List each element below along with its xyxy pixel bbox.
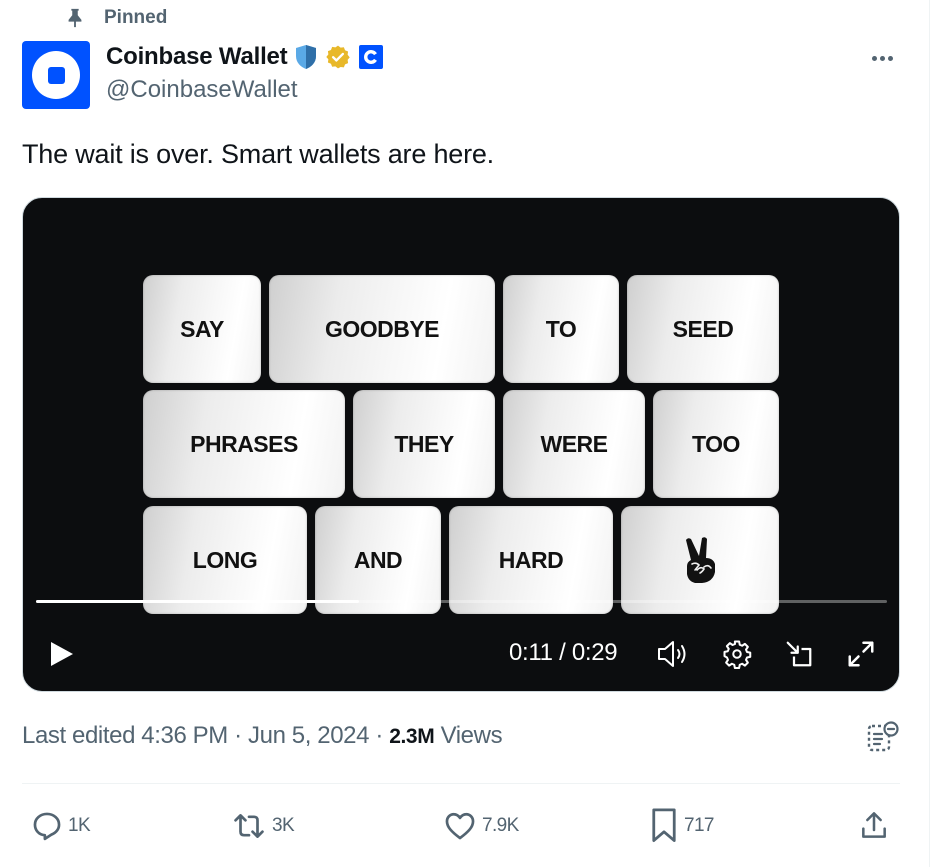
bookmark-button[interactable]: 717: [648, 800, 715, 852]
avatar[interactable]: [22, 41, 90, 109]
video-tile: THEY: [353, 390, 495, 498]
like-count: 7.9K: [482, 815, 519, 836]
video-tile: SEED: [627, 275, 779, 383]
peace-hand-icon: [686, 537, 715, 583]
video-tile: GOODBYE: [269, 275, 495, 383]
video-tile: WERE: [503, 390, 645, 498]
video-tile: HARD: [449, 506, 613, 614]
timeline-column-border: [929, 0, 930, 867]
bookmark-count: 717: [684, 815, 715, 836]
video-tile: AND: [315, 506, 441, 614]
tweet-date[interactable]: Jun 5, 2024: [248, 722, 369, 749]
video-progress-bar[interactable]: [36, 600, 887, 603]
reply-count: 1K: [68, 815, 91, 836]
edited-prefix: Last edited: [22, 722, 142, 749]
more-icon: [871, 55, 877, 61]
repost-icon: [234, 814, 264, 838]
reply-icon: [33, 812, 61, 841]
settings-button[interactable]: [719, 636, 755, 672]
volume-icon: [658, 641, 686, 667]
coinbase-affiliate-badge-icon[interactable]: [359, 45, 384, 69]
views-label: Views: [434, 722, 503, 749]
play-icon[interactable]: [47, 639, 77, 669]
repost-count: 3K: [272, 815, 295, 836]
bookmark-icon: [652, 808, 676, 843]
views-count: 2.3M: [389, 725, 435, 748]
author-handle[interactable]: @CoinbaseWallet: [106, 76, 298, 104]
video-tile: PHRASES: [143, 390, 345, 498]
more-options-button[interactable]: [864, 44, 900, 72]
share-icon: [862, 812, 886, 838]
pinned-label: Pinned: [104, 7, 168, 28]
video-player[interactable]: SAY GOODBYE TO SEED PHRASES THEY WERE TO…: [22, 197, 900, 692]
shield-badge-icon: [295, 44, 317, 70]
video-tile: SAY: [143, 275, 261, 383]
repost-button[interactable]: 3K: [230, 800, 295, 852]
author-name-row: Coinbase Wallet: [106, 40, 384, 74]
heart-icon: [445, 812, 475, 840]
edit-history-icon[interactable]: [862, 720, 902, 756]
video-tile: LONG: [143, 506, 307, 614]
pin-icon: [68, 8, 82, 28]
volume-button[interactable]: [655, 636, 691, 672]
tweet-time[interactable]: 4:36 PM: [141, 722, 228, 749]
picture-in-picture-icon: [786, 641, 812, 667]
settings-icon: [723, 640, 752, 669]
video-tile: TOO: [653, 390, 779, 498]
coinbase-wallet-logo: [32, 51, 80, 99]
tweet-meta: Last edited 4:36 PM · Jun 5, 2024 · 2.3M…: [22, 722, 503, 749]
video-progress-fill: [36, 600, 359, 603]
pinned-indicator: Pinned: [64, 6, 167, 30]
video-tile: TO: [503, 275, 619, 383]
share-button[interactable]: [858, 800, 890, 852]
tweet-action-bar: 1K 3K 7.9K 717: [22, 800, 900, 852]
tweet-text: The wait is over. Smart wallets are here…: [22, 139, 494, 169]
gold-verified-badge-icon[interactable]: [325, 44, 351, 70]
picture-in-picture-button[interactable]: [781, 636, 817, 672]
like-button[interactable]: 7.9K: [442, 800, 519, 852]
divider: [22, 783, 900, 784]
fullscreen-icon: [848, 641, 874, 667]
video-time-display: 0:11 / 0:29: [509, 639, 618, 666]
reply-button[interactable]: 1K: [30, 800, 91, 852]
fullscreen-button[interactable]: [843, 636, 879, 672]
author-display-name[interactable]: Coinbase Wallet: [106, 43, 288, 71]
video-tile: [621, 506, 779, 614]
